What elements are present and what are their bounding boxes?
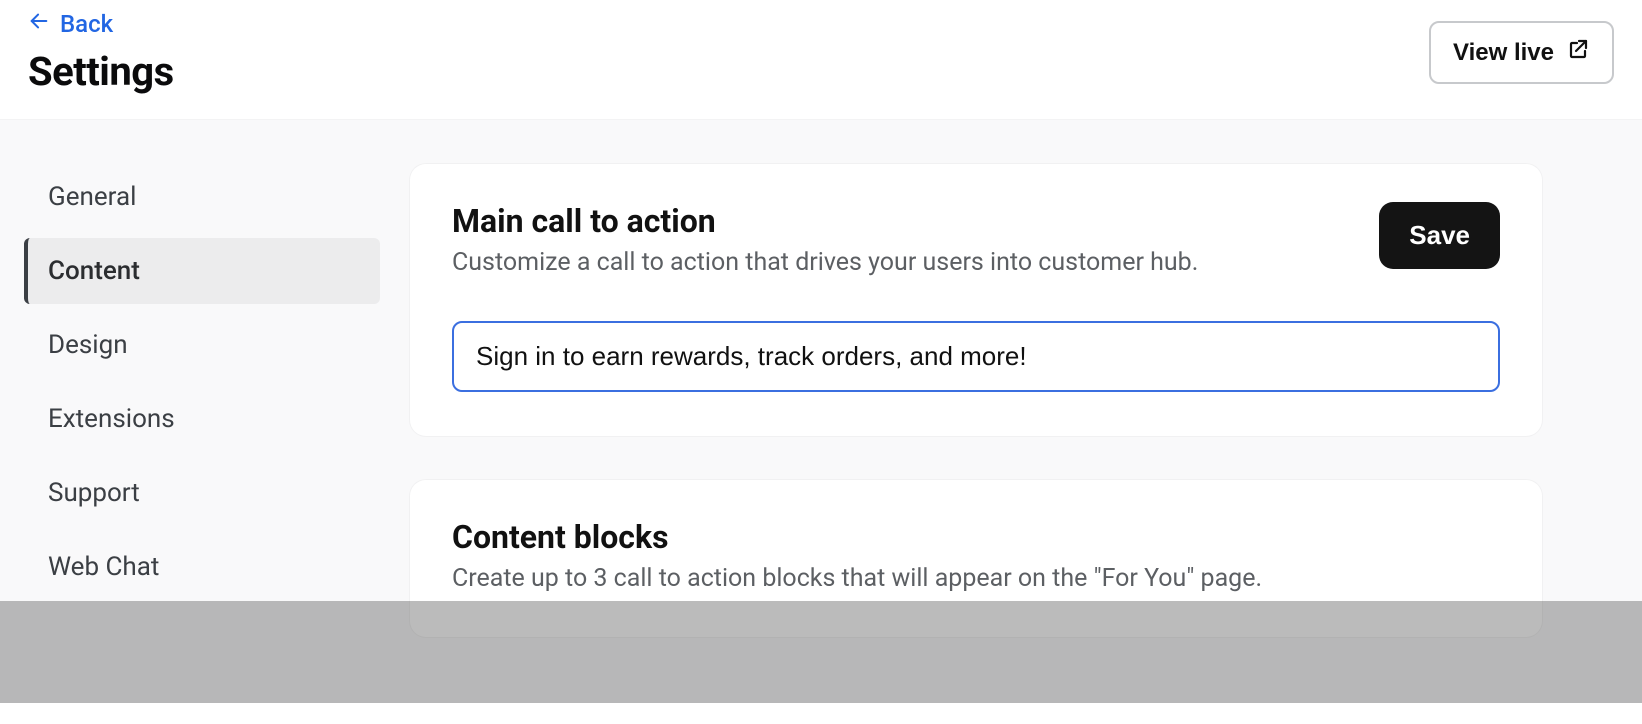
sidebar-item-design[interactable]: Design — [24, 312, 380, 378]
arrow-left-icon — [28, 10, 50, 38]
main-cta-card: Main call to action Customize a call to … — [410, 164, 1542, 436]
main-cta-input[interactable] — [452, 321, 1500, 392]
save-button[interactable]: Save — [1379, 202, 1500, 269]
card-description: Customize a call to action that drives y… — [452, 248, 1198, 277]
page-header: Back Settings View live — [0, 0, 1642, 120]
sidebar-item-label: Extensions — [48, 404, 175, 434]
sidebar-item-content[interactable]: Content — [24, 238, 380, 304]
card-title: Content blocks — [452, 518, 1500, 556]
back-label: Back — [60, 10, 113, 38]
sidebar-item-support[interactable]: Support — [24, 460, 380, 526]
sidebar-item-label: Support — [48, 478, 140, 508]
back-link[interactable]: Back — [28, 10, 113, 38]
sidebar-item-label: Web Chat — [48, 552, 159, 582]
sidebar-item-extensions[interactable]: Extensions — [24, 386, 380, 452]
view-live-button[interactable]: View live — [1429, 21, 1614, 84]
view-live-label: View live — [1453, 39, 1554, 67]
main-content: Main call to action Customize a call to … — [380, 120, 1642, 703]
external-link-icon — [1566, 37, 1590, 68]
sidebar-item-web-chat[interactable]: Web Chat — [24, 534, 380, 600]
sidebar-item-label: General — [48, 182, 136, 212]
card-title: Main call to action — [452, 202, 1198, 240]
content-blocks-card: Content blocks Create up to 3 call to ac… — [410, 480, 1542, 637]
card-description: Create up to 3 call to action blocks tha… — [452, 564, 1500, 593]
sidebar-item-label: Design — [48, 330, 128, 360]
page-title: Settings — [28, 48, 174, 95]
sidebar-item-label: Content — [48, 256, 140, 286]
settings-sidebar: General Content Design Extensions Suppor… — [0, 120, 380, 703]
sidebar-item-general[interactable]: General — [24, 164, 380, 230]
